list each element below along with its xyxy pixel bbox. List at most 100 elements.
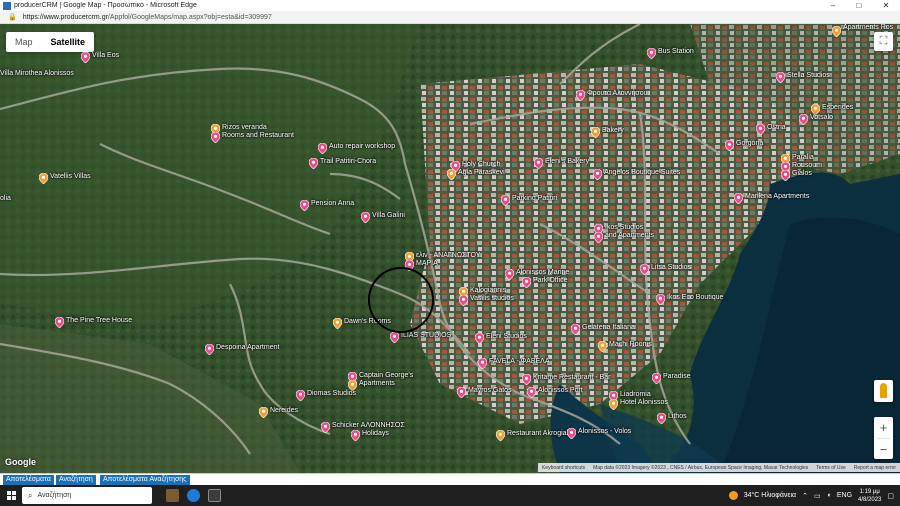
map-pin-icon[interactable] [597,339,608,353]
place-label[interactable]: Rooms and Restaurant [222,132,294,139]
place-label[interactable]: Lithos [668,413,687,420]
place-label[interactable]: ελιν - ΑΝΑΓΝΩΣΤΟΥ [416,252,480,259]
place-label[interactable]: Votsalo [810,114,833,121]
place-label[interactable]: Liadromia [620,391,651,398]
place-label[interactable]: Kalogiannis [470,287,506,294]
map-pin-icon[interactable] [656,411,667,425]
map-pin-icon[interactable] [592,167,603,181]
place-label[interactable]: Villa Mirothea Alonissos [0,70,74,77]
minimize-icon[interactable]: – [831,1,835,10]
volume-icon[interactable]: ◖ [827,492,831,499]
place-label[interactable]: Auto repair workshop [329,143,395,150]
edge-icon[interactable] [187,489,200,502]
map-pin-icon[interactable] [521,275,532,289]
map-pin-icon[interactable] [495,428,506,442]
place-label[interactable]: Villa Eos [92,52,119,59]
map-pin-icon[interactable] [350,428,361,442]
map-pin-icon[interactable] [299,198,310,212]
place-label[interactable]: Rizos veranda [222,124,267,131]
fullscreen-button[interactable]: ⛶ [874,32,893,51]
map-pin-icon[interactable] [533,156,544,170]
results-tab[interactable]: Αποτελέσματα Αναζήτησης [100,475,190,485]
place-label[interactable]: Vasilis studios [470,295,514,302]
keyboard-shortcuts-link[interactable]: Keyboard shortcuts [538,465,589,471]
map-pin-icon[interactable] [360,210,371,224]
place-label[interactable]: Vatellis Villas [50,173,91,180]
map-pin-icon[interactable] [54,315,65,329]
place-label[interactable]: Marilena Apartments [745,193,809,200]
map-pin-icon[interactable] [258,405,269,419]
app-icon[interactable] [208,489,221,502]
place-label[interactable]: Rousoum [792,162,822,169]
place-label[interactable]: ΜΑΡΙΑ [416,260,438,267]
map-pin-icon[interactable] [295,388,306,402]
place-label[interactable]: Kritame Restaurant - Bar [533,374,610,381]
place-label[interactable]: Villa Galini [372,212,405,219]
taskbar-search[interactable]: ⌕ Αναζήτηση [22,487,152,504]
place-label[interactable]: Paralia [792,154,814,161]
place-label[interactable]: Bakery [602,127,624,134]
zoom-out-button[interactable]: − [874,439,893,460]
map-pin-icon[interactable] [798,112,809,126]
file-explorer-icon[interactable] [166,489,179,502]
notification-icon[interactable]: ▢ [887,492,894,500]
place-label[interactable]: Schicker ΑΛΟΝΝΗΣΟΣ [332,422,405,429]
weather-text[interactable]: 34°C Ηλιοφάνεια [744,492,796,499]
map-pin-icon[interactable] [646,46,657,60]
place-label[interactable]: Holy Church [462,161,501,168]
place-label[interactable]: Ikos Studios [605,224,643,231]
place-label[interactable]: Gialos [792,170,812,177]
map-pin-icon[interactable] [458,293,469,307]
map-pin-icon[interactable] [504,267,515,281]
place-label[interactable]: Despoina Apartment [216,344,279,351]
map-pin-icon[interactable] [320,420,331,434]
map-pin-icon[interactable] [210,130,221,144]
place-label[interactable]: Restaurant Akrogiali [507,430,570,437]
place-label[interactable]: Litsa Studios [651,264,691,271]
lock-icon[interactable]: 🔒 [8,13,17,21]
map-view[interactable]: Map Satellite ⛶ + − Google Keyboard shor… [0,24,900,473]
map-type-satellite-button[interactable]: Satellite [42,32,95,52]
map-pin-icon[interactable] [810,102,821,116]
place-label[interactable]: Gelateria Italiana [582,324,635,331]
map-pin-icon[interactable] [655,292,666,306]
place-label[interactable]: Machi Rooms [609,341,652,348]
map-pin-icon[interactable] [755,122,766,136]
map-pin-icon[interactable] [570,322,581,336]
map-pin-icon[interactable] [521,372,532,386]
map-pin-icon[interactable] [593,230,604,244]
map-pin-icon[interactable] [347,378,358,392]
map-pin-icon[interactable] [639,262,650,276]
place-label[interactable]: Esperides [822,104,853,111]
map-pin-icon[interactable] [38,171,49,185]
place-label[interactable]: olia [0,195,11,202]
street-view-pegman[interactable] [874,380,893,402]
place-label[interactable]: Pension Anna [311,200,354,207]
place-label[interactable]: Alonissos Port [538,387,583,394]
place-label[interactable]: Ikos Eco Boutique [667,294,723,301]
place-label[interactable]: Diomas Studios [307,390,356,397]
clock[interactable]: 1:19 μμ 4/8/2023 [858,488,881,504]
map-pin-icon[interactable] [446,167,457,181]
place-label[interactable]: Stella Studios [787,72,830,79]
terms-link[interactable]: Terms of Use [812,465,849,471]
network-icon[interactable]: ▭ [814,492,821,500]
place-label[interactable]: Alonissos - Volos [578,428,631,435]
map-pin-icon[interactable] [477,356,488,370]
map-pin-icon[interactable] [526,385,537,399]
tray-chevron-icon[interactable]: ⌃ [802,492,808,500]
map-pin-icon[interactable] [500,193,511,207]
place-label[interactable]: Agia Paraskevi [458,169,505,176]
address-bar[interactable]: 🔒 https://www.producercrm.gr/Appfol/Goog… [0,11,900,24]
place-label[interactable]: Holidays [362,430,389,437]
zoom-in-button[interactable]: + [874,417,893,438]
place-label[interactable]: The Pine Tree House [66,317,132,324]
language-indicator[interactable]: ENG [837,492,852,499]
map-pin-icon[interactable] [456,385,467,399]
map-pin-icon[interactable] [651,371,662,385]
map-pin-icon[interactable] [566,426,577,440]
place-label[interactable]: Angelos Boutique Suites [604,169,680,176]
map-pin-icon[interactable] [733,191,744,205]
place-label[interactable]: ILIAS STUDIOS [401,332,451,339]
map-pin-icon[interactable] [608,397,619,411]
